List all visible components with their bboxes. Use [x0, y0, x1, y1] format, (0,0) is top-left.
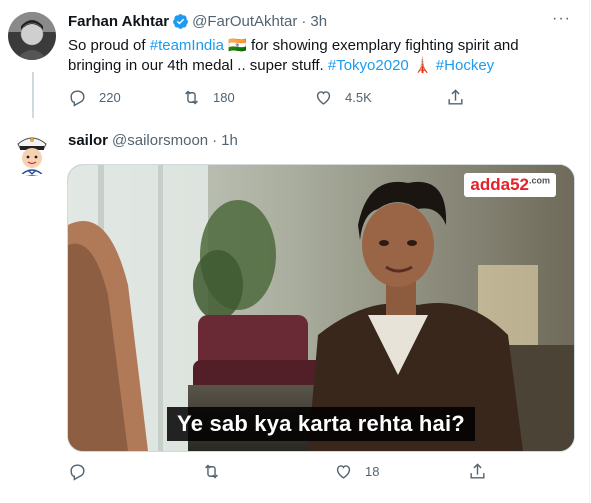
- author-name[interactable]: sailor: [68, 132, 108, 149]
- thread-line: [32, 72, 34, 118]
- avatar[interactable]: [8, 12, 56, 60]
- like-icon: [316, 91, 331, 105]
- tweet-media-image[interactable]: adda52.com Ye sab kya karta rehta hai?: [67, 164, 575, 452]
- hashtag-link[interactable]: #Tokyo2020: [328, 57, 409, 74]
- tweet-header: Farhan Akhtar @FarOutAkhtar · 3h: [68, 13, 327, 30]
- hashtag-link[interactable]: #teamIndia: [150, 37, 224, 54]
- tweet-text: So proud of #teamIndia 🇮🇳 for showing ex…: [68, 36, 568, 76]
- reply-icon: [70, 464, 85, 481]
- like-icon: [336, 465, 351, 479]
- like-count: 18: [365, 464, 380, 479]
- share-button[interactable]: [446, 88, 465, 107]
- retweet-count: 180: [213, 90, 235, 105]
- retweet-button[interactable]: [202, 462, 334, 481]
- author-handle[interactable]: @sailorsmoon: [112, 132, 208, 149]
- meme-caption: Ye sab kya karta rehta hai?: [68, 407, 574, 441]
- tweet-actions: 220 180 4.5K: [68, 88, 465, 107]
- tweet-actions: 18: [68, 462, 487, 481]
- share-icon: [448, 89, 463, 105]
- like-count: 4.5K: [345, 90, 372, 105]
- media-watermark-logo: adda52.com: [464, 173, 556, 197]
- reply-count: 220: [99, 90, 121, 105]
- share-button[interactable]: [468, 462, 487, 481]
- author-name[interactable]: Farhan Akhtar: [68, 13, 169, 30]
- retweet-icon: [185, 90, 198, 105]
- reply-icon: [70, 90, 85, 107]
- share-icon: [470, 463, 485, 479]
- watermark-text: adda52: [470, 175, 529, 194]
- like-button[interactable]: 4.5K: [314, 88, 446, 107]
- retweet-icon: [205, 464, 218, 479]
- like-button[interactable]: 18: [334, 462, 468, 481]
- author-handle[interactable]: @FarOutAkhtar: [192, 13, 297, 30]
- tweet-text-segment: So proud of: [68, 37, 150, 54]
- tweet-text-segment: 🗼: [408, 57, 436, 74]
- dot-separator: ·: [301, 13, 307, 30]
- tweet-header: sailor @sailorsmoon · 1h: [68, 132, 238, 149]
- hashtag-link[interactable]: #Hockey: [436, 57, 494, 74]
- avatar[interactable]: [8, 128, 56, 176]
- timeline-column: Farhan Akhtar @FarOutAkhtar · 3h ··· So …: [0, 0, 590, 503]
- more-icon[interactable]: ···: [552, 10, 571, 28]
- verified-icon: [173, 14, 189, 29]
- timestamp[interactable]: 1h: [221, 132, 238, 149]
- retweet-button[interactable]: 180: [182, 88, 314, 107]
- caption-text: Ye sab kya karta rehta hai?: [167, 407, 475, 441]
- tweet-sailor[interactable]: sailor @sailorsmoon · 1h adda52.com Ye s…: [0, 118, 590, 503]
- tweet-farhan[interactable]: Farhan Akhtar @FarOutAkhtar · 3h ··· So …: [0, 0, 590, 118]
- reply-button[interactable]: [68, 462, 202, 481]
- dot-separator: ·: [212, 132, 218, 149]
- timestamp[interactable]: 3h: [310, 13, 327, 30]
- reply-button[interactable]: 220: [68, 88, 182, 107]
- watermark-suffix: .com: [528, 175, 550, 186]
